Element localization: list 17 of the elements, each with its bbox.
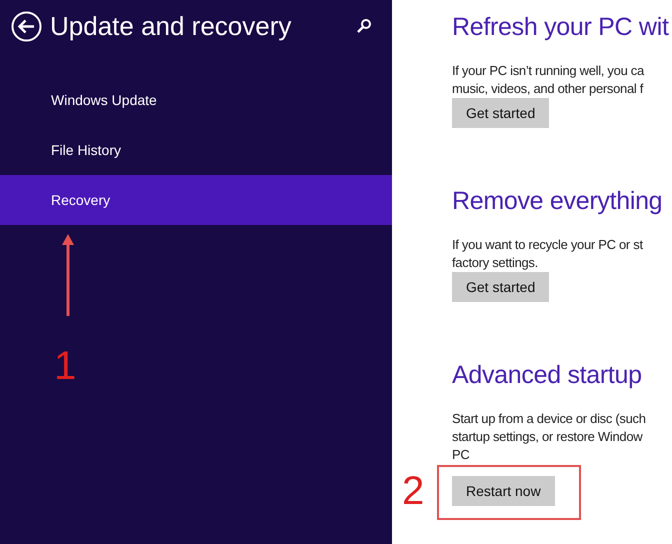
section-heading: Refresh your PC wit xyxy=(452,12,669,43)
section-heading: Remove everything xyxy=(452,186,662,217)
step-number: 2 xyxy=(402,471,424,511)
search-icon[interactable] xyxy=(356,18,372,34)
back-icon[interactable] xyxy=(11,10,42,42)
step-number: 1 xyxy=(54,344,76,389)
nav-item[interactable]: Windows Update xyxy=(0,75,392,125)
page-title: Update and recovery xyxy=(50,10,292,42)
nav-item[interactable]: Recovery xyxy=(0,175,392,225)
section-heading: Advanced startup xyxy=(452,360,642,391)
nav-item[interactable]: File History xyxy=(0,125,392,175)
action-button[interactable]: Get started xyxy=(452,272,550,302)
section-description: Start up from a device or disc (such startup settings, or restore Window PC xyxy=(452,410,646,464)
action-button[interactable]: Get started xyxy=(452,98,550,128)
section-description: If you want to recycle your PC or st factory settings. xyxy=(452,236,643,272)
section-description: If your PC isn’t running well, you ca music, videos, and other personal f xyxy=(452,62,644,98)
action-button[interactable]: Restart now xyxy=(452,476,555,506)
